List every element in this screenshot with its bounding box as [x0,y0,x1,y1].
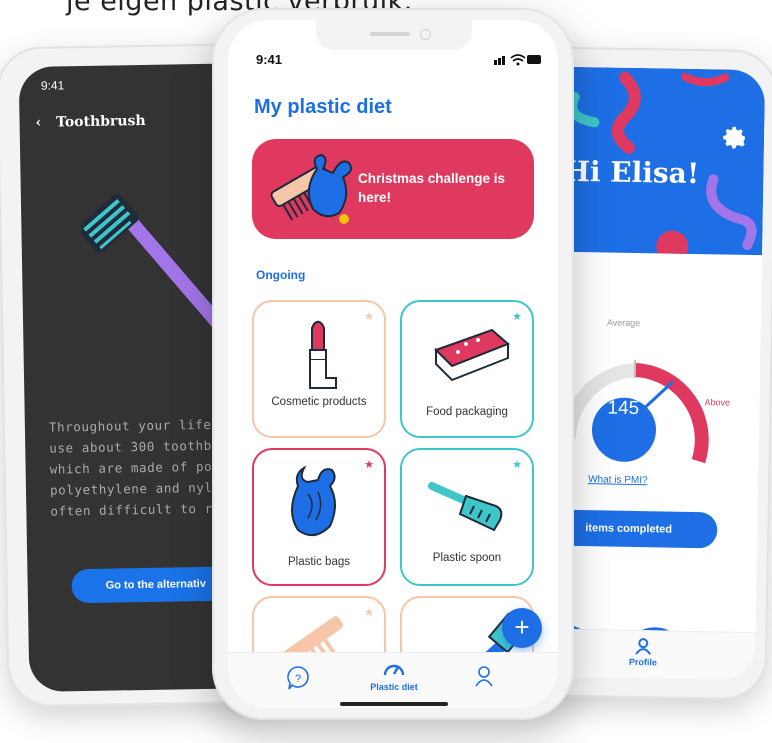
nav-profile[interactable]: Profile [623,637,664,668]
spatula-icon [428,482,503,532]
what-is-pmi-link[interactable]: What is PMI? [588,474,648,486]
center-phone: 9:41 My plastic diet Christmas challenge… [212,8,574,720]
food-packaging-icon [434,328,510,382]
gauge-average-label: Average [606,317,641,329]
lipstick-icon [309,320,337,389]
camera [420,29,431,40]
status-time: 9:41 [40,78,65,93]
banner-text: Christmas challenge is here! [358,171,506,205]
page-title: My plastic diet [254,96,392,118]
card-food-packaging[interactable]: ★ Food packaging [400,300,534,438]
christmas-challenge-banner[interactable]: Christmas challenge is here! [252,139,534,239]
nav-plastic-diet[interactable]: Plastic diet [366,661,422,692]
add-button[interactable]: + [502,608,542,648]
help-icon-glyph: ? [295,673,301,685]
screen-title: Toothbrush [55,112,146,131]
chevron-left-icon: ‹ [35,114,42,131]
bottom-nav: ? Plastic diet [228,652,558,708]
nav-plastic-diet-label: Plastic diet [370,682,418,692]
gauge-value: 145 [607,397,640,420]
notch [316,20,472,50]
card-label: Food packaging [426,406,508,418]
gauge-icon [383,664,405,676]
greeting: Hi Elisa! [563,154,700,191]
home-indicator [340,702,448,706]
plastic-diet-screen: 9:41 My plastic diet Christmas challenge… [228,20,558,708]
person-icon [635,638,651,655]
nav-profile[interactable] [474,665,494,692]
person-icon [475,666,493,687]
comb-and-bag-illustration [270,153,352,224]
help-icon: ? [287,666,309,690]
card-label: Plastic bags [287,556,350,568]
back-nav[interactable]: ‹ Toothbrush [35,113,145,131]
gear-icon[interactable] [722,124,748,150]
plastic-bag-icon [291,465,336,537]
status-icons [494,54,541,66]
card-plastic-bags[interactable]: ★ Plastic bags [252,448,386,586]
nav-help[interactable]: ? [286,665,310,696]
nav-profile-label: Profile [628,656,658,668]
card-label: Plastic spoon [432,552,502,564]
speaker [370,32,410,36]
section-label-ongoing: Ongoing [256,268,306,282]
card-plastic-spoon[interactable]: ★ Plastic spoon [400,448,534,586]
card-cosmetic-products[interactable]: ★ Cosmetic products [252,300,386,438]
card-label: Cosmetic products [271,396,367,408]
status-time: 9:41 [256,52,283,67]
